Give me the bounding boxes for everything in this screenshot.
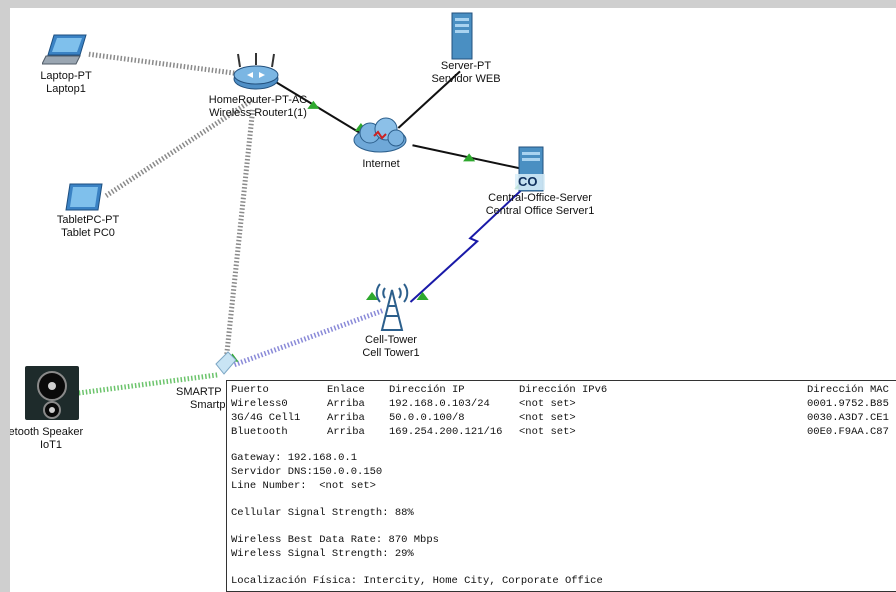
web-server-device[interactable] [450, 12, 474, 60]
row-mac: 00E0.F9AA.C87 [807, 426, 889, 438]
device-info-panel: Puerto Enlace Dirección IP Dirección IPv… [226, 380, 896, 592]
tablet-pc0-device[interactable] [62, 182, 108, 212]
row-link: Arriba [327, 426, 365, 438]
row-link: Arriba [327, 398, 365, 410]
wireless-link-smartphone-router[interactable] [223, 109, 256, 358]
internet-label: Internet [362, 158, 400, 170]
col-header-mac: Dirección MAC [807, 384, 889, 396]
row-port: Bluetooth [231, 426, 288, 438]
location-text: Localización Física: Intercity, Home Cit… [231, 575, 603, 587]
col-header-port: Puerto [231, 384, 269, 396]
laptop1-device[interactable] [41, 33, 92, 67]
bluetooth-speaker-device[interactable] [23, 364, 81, 422]
cellular-strength-text: Cellular Signal Strength: 88% [231, 507, 414, 519]
internet-cloud-device[interactable] [352, 116, 408, 156]
co-badge: CO [518, 174, 538, 189]
row-port: Wireless0 [231, 398, 288, 410]
cloud-icon [353, 117, 407, 153]
wireless-router1-device[interactable] [232, 53, 280, 91]
speaker-icon [25, 366, 79, 420]
smartphone-device[interactable] [212, 350, 238, 376]
server-icon [451, 12, 473, 60]
row-ipv6: <not set> [519, 426, 576, 438]
cell-tower-icon [375, 283, 409, 331]
row-ip: 192.168.0.103/24 [389, 398, 490, 410]
row-mac: 0001.9752.B85 [807, 398, 889, 410]
smartphone-icon [215, 351, 237, 375]
bluetooth-speaker-label: luetooth SpeakerIoT1 [10, 426, 84, 451]
row-port: 3G/4G Cell1 [231, 412, 301, 424]
col-header-ipv6: Dirección IPv6 [519, 384, 608, 396]
laptop-icon [41, 34, 87, 65]
row-ip: 169.254.200.121/16 [389, 426, 503, 438]
row-ipv6: <not set> [519, 412, 576, 424]
row-ipv6: <not set> [519, 398, 576, 410]
cell-tower1-device[interactable] [374, 280, 410, 332]
web-server-label: Server-PT Servidor WEB [431, 60, 501, 85]
row-ip: 50.0.0.100/8 [389, 412, 465, 424]
wireless-link-laptop-router[interactable] [88, 51, 245, 77]
best-data-rate-text: Wireless Best Data Rate: 870 Mbps [231, 534, 439, 546]
dns-text: Servidor DNS:150.0.0.150 [231, 466, 383, 478]
central-office-server-device[interactable]: CO [515, 146, 545, 192]
tablet-pc0-label: TabletPC-PT Tablet PC0 [56, 214, 120, 239]
smartphone-label: SMARTP Smartp [176, 386, 226, 411]
row-mac: 0030.A3D7.CE1 [807, 412, 889, 424]
row-link: Arriba [327, 412, 365, 424]
cell-tower1-label: Cell-Tower Cell Tower1 [362, 334, 420, 359]
tablet-icon [65, 183, 103, 211]
central-office-server-label: Central-Office-Server Central Office Serv… [485, 192, 595, 217]
line-number-text: Line Number: <not set> [231, 480, 376, 492]
laptop1-label: Laptop-PT Laptop1 [40, 70, 92, 95]
col-header-ip: Dirección IP [389, 384, 465, 396]
col-header-link: Enlace [327, 384, 365, 396]
gateway-text: Gateway: 192.168.0.1 [231, 452, 358, 464]
signal-strength-text: Wireless Signal Strength: 29% [231, 548, 414, 560]
wireless-router-icon [233, 53, 279, 90]
wireless-router1-label: HomeRouter-PT-AC Wireless Router1(1) [208, 94, 308, 119]
